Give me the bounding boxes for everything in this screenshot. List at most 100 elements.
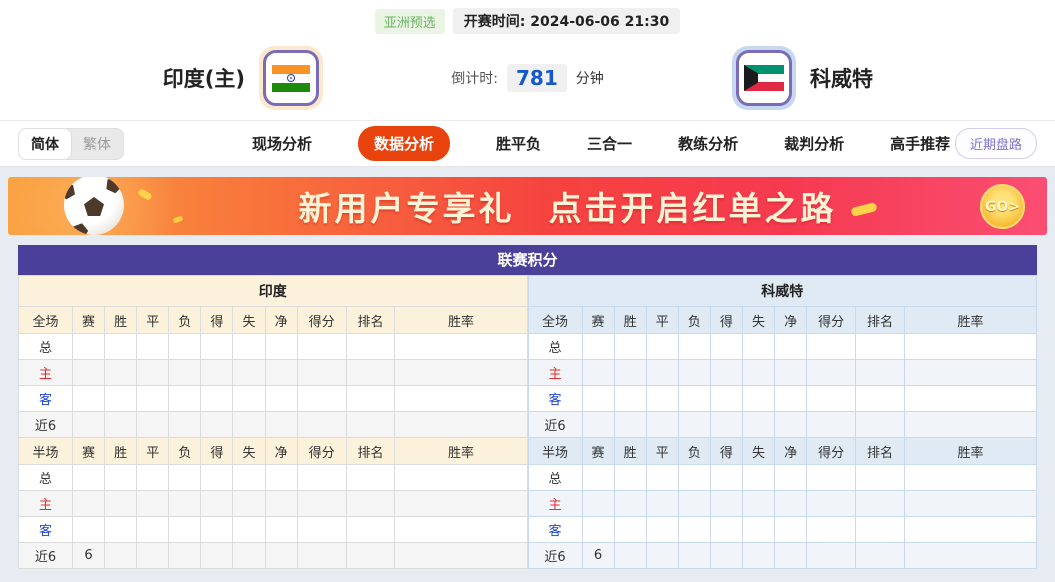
stat-cell — [233, 543, 265, 569]
row-label: 主 — [19, 491, 73, 517]
stat-cell — [265, 386, 297, 412]
nav-tab-7[interactable]: 高手推荐 — [890, 133, 950, 154]
kickoff-time: 开赛时间: 2024-06-06 21:30 — [453, 8, 680, 34]
home-team-block: 印度(主) — [0, 46, 365, 110]
table-row: 近66 — [19, 543, 528, 569]
stat-cell — [395, 465, 527, 491]
stat-cell — [646, 543, 678, 569]
row-label: 主 — [528, 360, 582, 386]
team-stats-table: 科威特全场赛胜平负得失净得分排名胜率总主客近6半场赛胜平负得失净得分排名胜率总主… — [528, 275, 1038, 569]
stat-cell — [169, 465, 201, 491]
table-row: 主 — [19, 491, 528, 517]
scope-header: 半场 — [528, 438, 582, 465]
stat-cell — [201, 360, 233, 386]
table-row: 总 — [19, 465, 528, 491]
stat-cell — [807, 543, 856, 569]
stat-cell — [265, 465, 297, 491]
stat-cell — [346, 386, 395, 412]
stat-header: 失 — [233, 438, 265, 465]
row-label: 总 — [528, 465, 582, 491]
stat-cell — [105, 543, 137, 569]
stat-cell — [105, 517, 137, 543]
stat-cell — [614, 412, 646, 438]
stat-cell — [807, 517, 856, 543]
promo-banner[interactable]: 新用户专享礼 点击开启红单之路 GO> — [8, 177, 1047, 235]
stat-cell — [346, 412, 395, 438]
stat-cell — [265, 543, 297, 569]
stat-cell — [582, 334, 614, 360]
stat-cell — [742, 543, 774, 569]
team-name-row: 科威特 — [528, 276, 1037, 307]
stat-cell — [169, 517, 201, 543]
row-label: 近6 — [19, 412, 73, 438]
row-label: 客 — [528, 386, 582, 412]
stat-cell — [678, 517, 710, 543]
nav-tab-3[interactable]: 胜平负 — [496, 133, 541, 154]
nav-tab-4[interactable]: 三合一 — [587, 133, 632, 154]
stat-cell — [395, 543, 527, 569]
stat-cell — [105, 491, 137, 517]
stat-cell — [137, 360, 169, 386]
stat-cell — [265, 517, 297, 543]
stat-cell — [105, 465, 137, 491]
nav-tab-1[interactable]: 现场分析 — [252, 133, 312, 154]
banner-headline: 新用户专享礼 点击开启红单之路 — [8, 182, 1047, 230]
nav-tab-6[interactable]: 裁判分析 — [784, 133, 844, 154]
stat-cell — [201, 334, 233, 360]
stat-cell — [265, 334, 297, 360]
stat-cell — [742, 517, 774, 543]
home-team-name: 印度(主) — [163, 63, 245, 93]
nav-tab-2[interactable]: 数据分析 — [358, 126, 450, 161]
lang-simplified[interactable]: 简体 — [19, 129, 71, 159]
stat-cell — [73, 491, 105, 517]
stat-cell — [201, 412, 233, 438]
stat-cell — [105, 386, 137, 412]
team-name-cell: 科威特 — [528, 276, 1037, 307]
go-button-label: GO> — [985, 199, 1020, 215]
stat-cell — [297, 517, 346, 543]
stat-cell — [807, 491, 856, 517]
stat-header: 胜 — [105, 307, 137, 334]
stat-cell — [265, 412, 297, 438]
stat-cell — [775, 491, 807, 517]
stat-cell — [678, 465, 710, 491]
stat-cell — [807, 334, 856, 360]
stats-header-row: 全场赛胜平负得失净得分排名胜率 — [528, 307, 1037, 334]
lang-traditional[interactable]: 繁体 — [71, 129, 123, 159]
stat-cell — [137, 543, 169, 569]
stat-cell — [233, 517, 265, 543]
table-row: 主 — [528, 491, 1037, 517]
stat-cell — [710, 543, 742, 569]
stat-cell — [807, 386, 856, 412]
stat-cell — [201, 491, 233, 517]
countdown: 倒计时: 781 分钟 — [365, 64, 690, 92]
stat-cell — [710, 412, 742, 438]
recent-trend-button[interactable]: 近期盘路 — [955, 128, 1037, 159]
stat-cell — [582, 491, 614, 517]
row-label: 总 — [19, 334, 73, 360]
stat-cell — [856, 543, 905, 569]
nav-tab-5[interactable]: 教练分析 — [678, 133, 738, 154]
table-row: 客 — [528, 386, 1037, 412]
row-label: 主 — [19, 360, 73, 386]
stat-cell — [73, 465, 105, 491]
stat-header: 失 — [233, 307, 265, 334]
stat-cell — [742, 386, 774, 412]
stat-cell — [201, 517, 233, 543]
stat-header: 胜率 — [395, 438, 527, 465]
stat-cell — [646, 360, 678, 386]
match-header-section: 亚洲预选 开赛时间: 2024-06-06 21:30 印度(主) — [0, 0, 1055, 167]
row-label: 客 — [19, 517, 73, 543]
stat-cell — [346, 360, 395, 386]
scope-header: 半场 — [19, 438, 73, 465]
stat-cell — [73, 334, 105, 360]
stat-header: 得 — [201, 307, 233, 334]
stat-cell — [346, 543, 395, 569]
stat-header: 负 — [169, 307, 201, 334]
go-button[interactable]: GO> — [980, 184, 1025, 229]
countdown-unit: 分钟 — [576, 68, 604, 88]
team-name-cell: 印度 — [19, 276, 528, 307]
row-label: 主 — [528, 491, 582, 517]
stat-cell — [742, 334, 774, 360]
stat-cell — [201, 543, 233, 569]
